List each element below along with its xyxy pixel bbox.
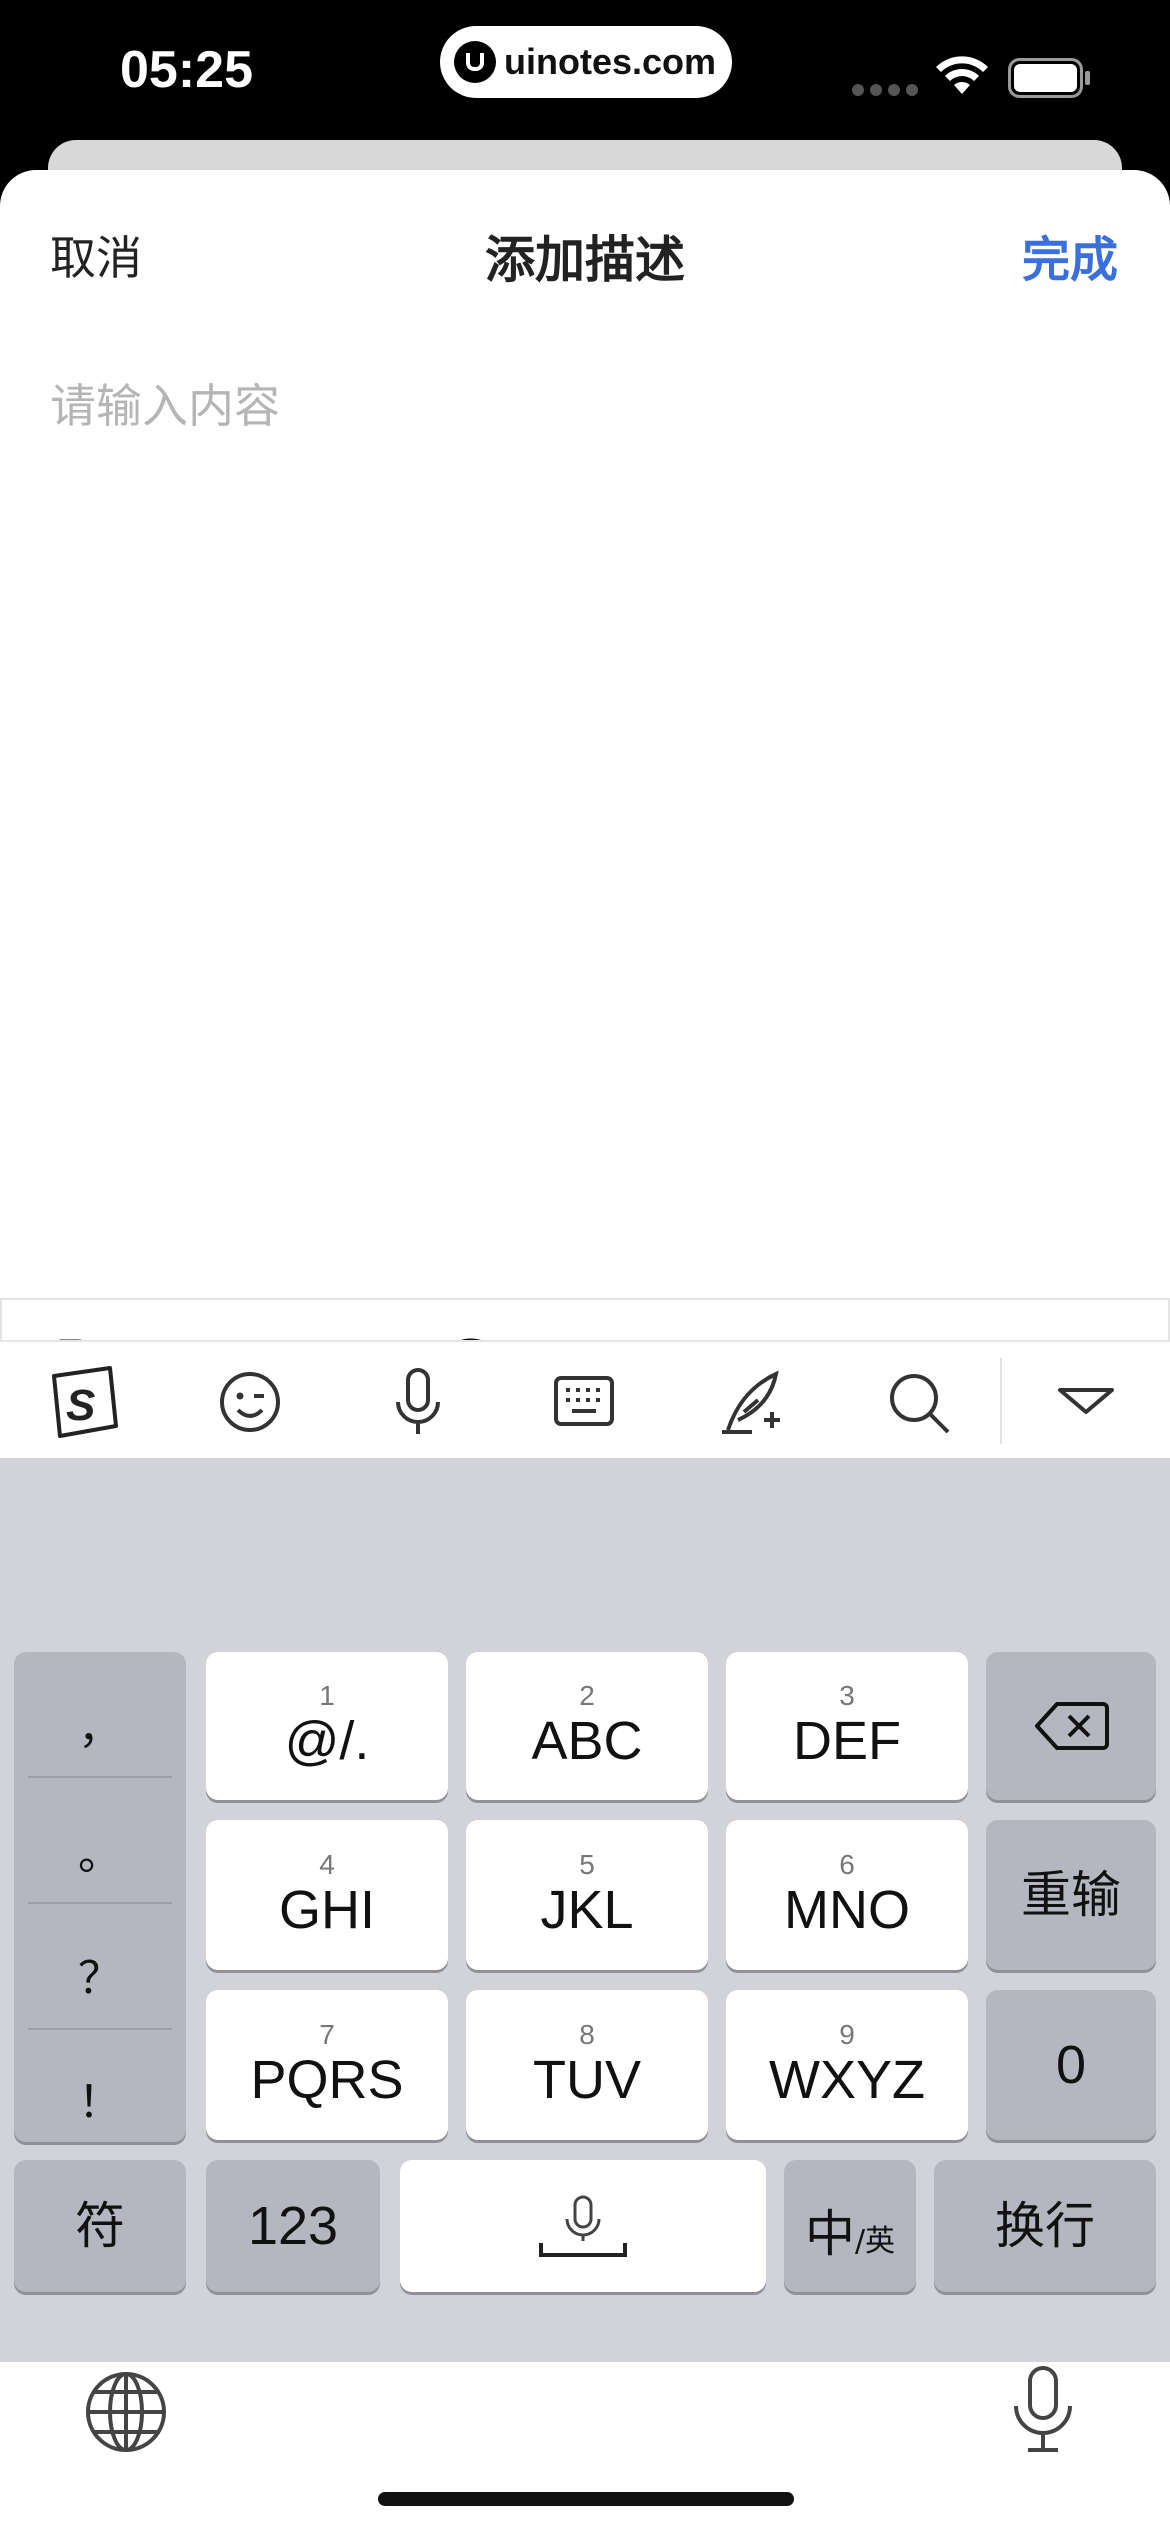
lang-sub: /英 [854,2224,896,2259]
collapse-chevron-icon[interactable] [1048,1364,1124,1440]
url-pill[interactable]: uinotes.com [440,26,732,98]
punct-divider [28,1902,172,1904]
symbols-key[interactable]: 符 [14,2160,186,2292]
signal-dots-icon [852,84,918,96]
backspace-icon [1035,1702,1109,1750]
wifi-icon [936,56,988,94]
globe-icon[interactable] [84,2370,168,2454]
emoji-icon[interactable] [212,1364,288,1440]
svg-text:S: S [66,1381,95,1430]
language-label: 中 /英 [805,2186,895,2266]
key-label: JKL [540,1880,634,1940]
key-number: 5 [579,1849,595,1880]
key-number: 3 [839,1680,855,1711]
punct-key-question[interactable]: ？ [14,1942,186,2006]
dictation-mic-icon[interactable] [1008,2364,1078,2454]
sogou-logo-icon[interactable]: S [46,1364,122,1440]
key-label: WXYZ [769,2050,925,2110]
key-label: PQRS [250,2050,404,2110]
status-time: 05:25 [120,41,253,99]
description-input[interactable]: 请输入内容 [50,370,1120,1430]
punct-divider [28,1776,172,1778]
page-title: 添加描述 [485,232,685,288]
site-logo-icon [454,41,496,83]
url-text: uinotes.com [504,41,717,82]
input-placeholder: 请输入内容 [50,380,280,432]
key-7[interactable]: 7 PQRS [206,1990,448,2140]
key-label: 符 [75,2197,125,2255]
done-button[interactable]: 完成 [1022,220,1118,290]
punct-key-period[interactable]: 。 [14,1818,186,1882]
key-number: 9 [839,2019,855,2050]
key-label: @/. [284,1711,370,1771]
home-indicator [378,2492,794,2506]
key-9[interactable]: 9 WXYZ [726,1990,968,2140]
nav-bar: 取消 添加描述 完成 [0,170,1170,340]
keyboard-icon[interactable] [546,1364,622,1440]
numbers-key[interactable]: 123 [206,2160,380,2292]
key-label: TUV [533,2050,641,2110]
key-label: MNO [784,1880,910,1940]
key-3[interactable]: 3 DEF [726,1652,968,1800]
key-label: 123 [247,2196,339,2256]
punct-key-exclaim[interactable]: ！ [14,2066,186,2130]
key-number: 8 [579,2019,595,2050]
key-label: 重输 [1021,1866,1121,1924]
key-label: DEF [793,1711,901,1771]
key-2[interactable]: 2 ABC [466,1652,708,1800]
language-switch-key[interactable]: 中 /英 [784,2160,916,2292]
handwriting-icon[interactable] [714,1364,790,1440]
battery-icon [1008,58,1090,98]
key-number: 6 [839,1849,855,1880]
punct-key-comma[interactable]: ， [14,1692,186,1756]
punctuation-column: ， 。 ？ ！ [14,1652,186,2142]
reenter-key[interactable]: 重输 [986,1820,1156,1970]
punct-divider [28,2028,172,2030]
backspace-key[interactable] [986,1652,1156,1800]
key-label: ABC [531,1711,643,1771]
key-number: 4 [319,1849,335,1880]
key-number: 2 [579,1680,595,1711]
key-1[interactable]: 1 @/. [206,1652,448,1800]
microphone-icon[interactable] [380,1364,456,1440]
key-label: 换行 [995,2197,1095,2255]
key-label: 0 [1055,2035,1087,2095]
keyboard-toolbar: S [0,1340,1170,1458]
key-5[interactable]: 5 JKL [466,1820,708,1970]
return-key[interactable]: 换行 [934,2160,1156,2292]
key-number: 7 [319,2019,335,2050]
search-icon[interactable] [880,1364,956,1440]
key-label: GHI [278,1880,375,1940]
key-4[interactable]: 4 GHI [206,1820,448,1970]
key-6[interactable]: 6 MNO [726,1820,968,1970]
key-8[interactable]: 8 TUV [466,1990,708,2140]
key-0[interactable]: 0 [986,1990,1156,2140]
space-mic-icon [539,2195,627,2257]
space-key[interactable] [400,2160,766,2292]
toolbar-separator [1000,1358,1002,1444]
lang-main: 中 [804,2205,855,2263]
key-number: 1 [319,1680,335,1711]
